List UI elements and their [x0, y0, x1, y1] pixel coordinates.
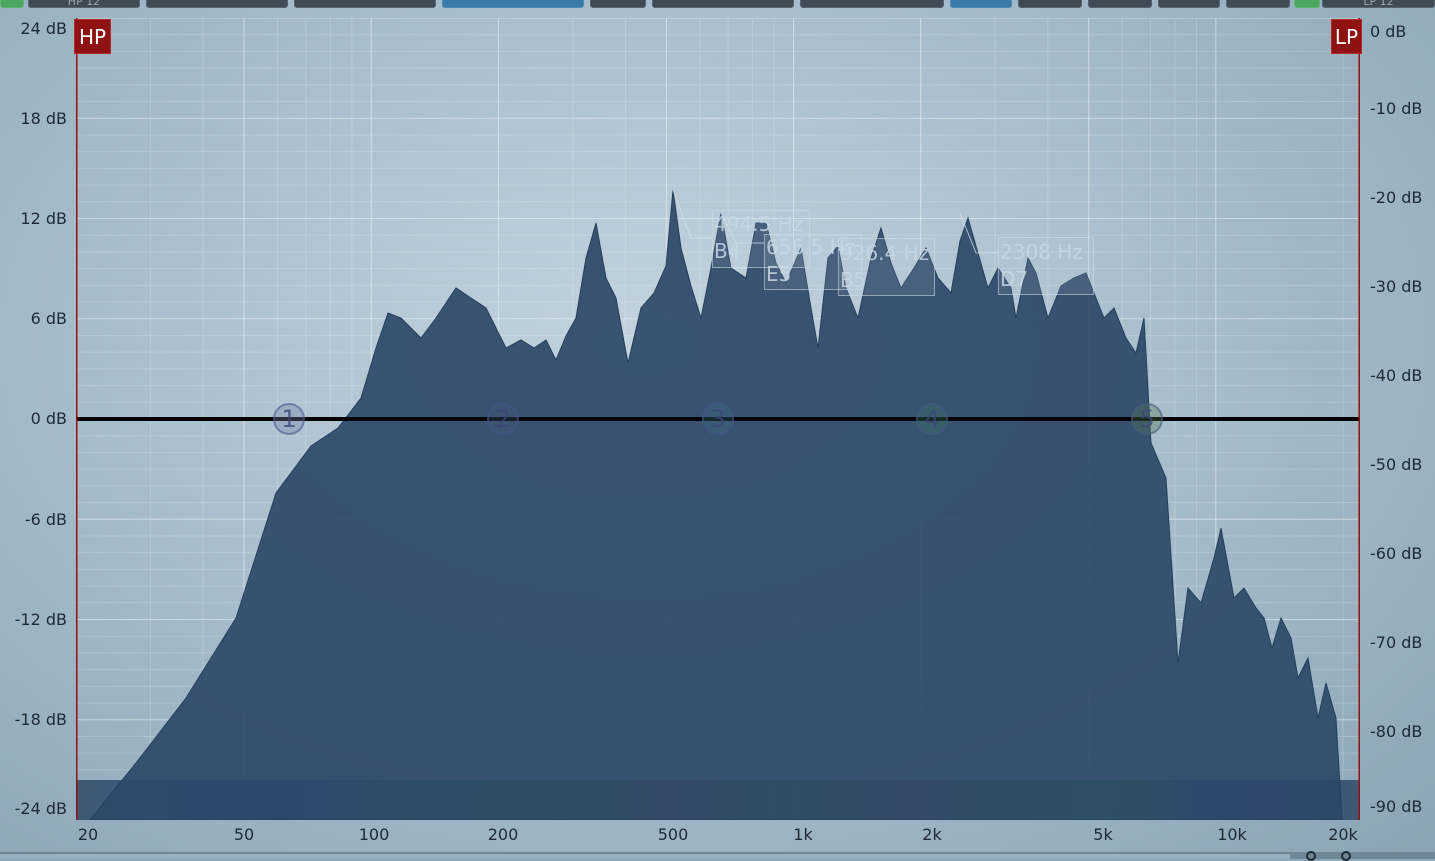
x-axis-tick: 20k: [1328, 825, 1358, 844]
x-axis-tick: 2k: [922, 825, 942, 844]
left-axis-tick: -6 dB: [24, 510, 67, 529]
toolbar-button-1[interactable]: [146, 0, 288, 8]
x-axis-tick: 200: [487, 825, 519, 844]
x-axis-tick: 1k: [793, 825, 813, 844]
lp-slope-label: LP 12: [1363, 0, 1394, 8]
hp-slope-button[interactable]: HP 12: [28, 0, 140, 8]
right-axis-tick: -30 dB: [1370, 277, 1423, 296]
left-axis-tick: -18 dB: [14, 710, 67, 729]
scroll-track[interactable]: [0, 854, 1290, 859]
right-axis-tick: -40 dB: [1370, 366, 1423, 385]
right-axis-tick: -50 dB: [1370, 455, 1423, 474]
x-axis-tick: 500: [657, 825, 689, 844]
x-axis-tick: 50: [233, 825, 255, 844]
eq-band-handle-2[interactable]: 2: [487, 403, 519, 435]
lp-slope-button[interactable]: LP 12: [1322, 0, 1435, 8]
top-toolbar: HP 12 LP 12: [0, 0, 1435, 9]
toolbar-button-9[interactable]: [1088, 0, 1152, 8]
toolbar-button-4[interactable]: [590, 0, 646, 8]
eq-band-handle-5[interactable]: 5: [1131, 403, 1163, 435]
eq-band-handle-3[interactable]: 3: [702, 403, 734, 435]
left-axis-tick: 12 dB: [20, 209, 67, 228]
left-axis-tick: -12 dB: [14, 610, 67, 629]
left-axis-tick: 6 dB: [30, 309, 67, 328]
toolbar-button-11[interactable]: [1226, 0, 1290, 8]
right-axis-tick: -90 dB: [1370, 797, 1423, 816]
right-axis-tick: -60 dB: [1370, 544, 1423, 563]
right-axis-tick: -70 dB: [1370, 633, 1423, 652]
x-axis-tick: 20: [77, 825, 99, 844]
right-axis-tick: -20 dB: [1370, 188, 1423, 207]
peak-note: B5: [840, 268, 867, 292]
right-axis-tick: -10 dB: [1370, 99, 1423, 118]
toolbar-button-6[interactable]: [800, 0, 944, 8]
peak-note: B4: [714, 239, 741, 263]
toolbar-button-10[interactable]: [1158, 0, 1220, 8]
toolbar-button-8[interactable]: [1018, 0, 1082, 8]
toolbar-button-3[interactable]: [442, 0, 584, 8]
x-axis-tick: 10k: [1217, 825, 1247, 844]
peak-freq: 926.4 Hz: [840, 241, 930, 265]
x-axis-tick: 100: [358, 825, 390, 844]
peak-note: D7: [1000, 267, 1029, 291]
hp-slope-label: HP 12: [67, 0, 101, 8]
bottom-scroll-bar[interactable]: [0, 852, 1435, 859]
hp-enable-toggle[interactable]: [0, 0, 24, 8]
x-axis-tick: 5k: [1093, 825, 1113, 844]
toolbar-button-7[interactable]: [950, 0, 1012, 8]
lp-enable-toggle[interactable]: [1294, 0, 1320, 8]
peak-freq: 2308 Hz: [1000, 240, 1083, 264]
lp-filter-badge[interactable]: LP: [1331, 19, 1362, 54]
eq-band-handle-1[interactable]: 1: [273, 403, 305, 435]
hp-filter-badge[interactable]: HP: [74, 19, 111, 54]
eq-band-handle-4[interactable]: 4: [916, 403, 948, 435]
left-axis-tick: 0 dB: [30, 409, 67, 428]
toolbar-button-5[interactable]: [652, 0, 794, 8]
toolbar-button-2[interactable]: [294, 0, 436, 8]
zoom-in-icon[interactable]: [1341, 851, 1351, 861]
right-axis-tick: -80 dB: [1370, 722, 1423, 741]
peak-note: E5: [766, 262, 792, 286]
left-axis-tick: -24 dB: [14, 799, 67, 818]
zoom-out-icon[interactable]: [1306, 851, 1316, 861]
left-axis-tick: 24 dB: [20, 19, 67, 38]
right-axis-tick: 0 dB: [1370, 22, 1407, 41]
left-axis-tick: 18 dB: [20, 109, 67, 128]
